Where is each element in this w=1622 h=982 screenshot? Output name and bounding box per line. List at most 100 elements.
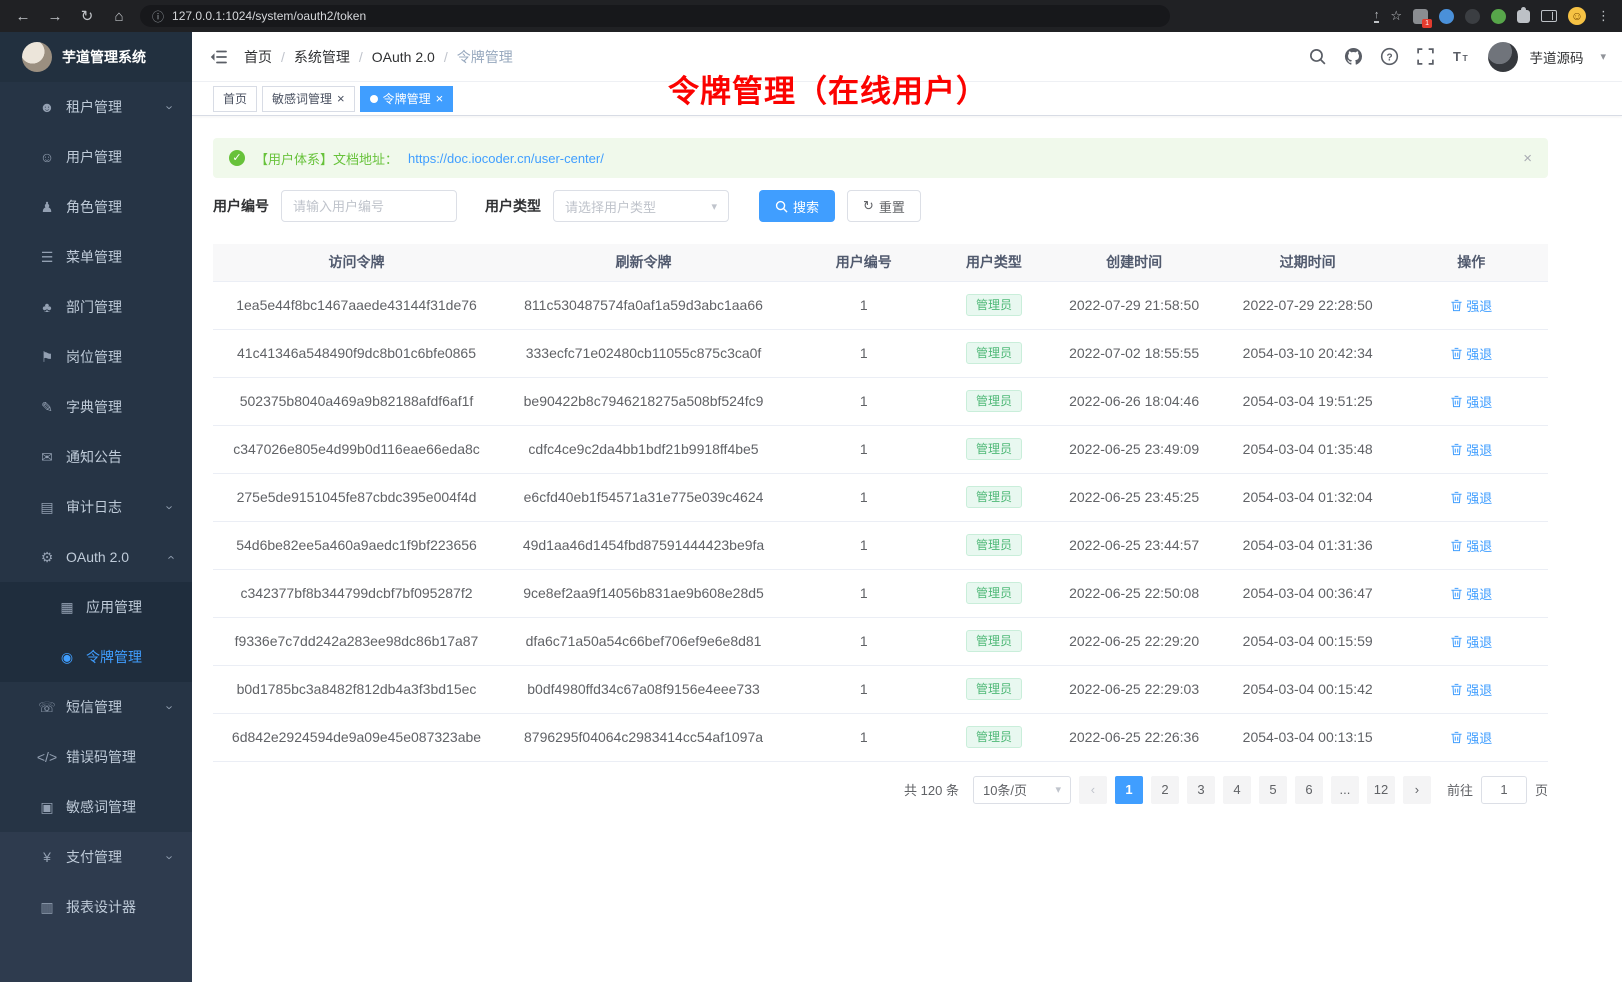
sidebar-item[interactable]: ✎ 字典管理 [0, 382, 192, 432]
table-row: 502375b8040a469a9b82188afdf6af1f be90422… [213, 377, 1548, 425]
chevron-icon [164, 700, 176, 715]
column-header: 过期时间 [1221, 244, 1395, 281]
close-tab-icon[interactable]: × [436, 92, 444, 105]
user-type-badge: 管理员 [966, 678, 1022, 700]
sidebar-item[interactable]: ¥ 支付管理 [0, 832, 192, 882]
user-type-badge: 管理员 [966, 534, 1022, 556]
tab[interactable]: 令牌管理 × [360, 86, 454, 112]
chevron-icon [164, 500, 176, 515]
browser-menu-icon[interactable]: ⋮ [1597, 8, 1610, 24]
extension-dark-icon[interactable] [1465, 9, 1480, 24]
force-logout-button[interactable]: 强退 [1450, 536, 1492, 555]
page-button[interactable]: 4 [1223, 776, 1251, 804]
force-logout-button[interactable]: 强退 [1450, 296, 1492, 315]
force-logout-button[interactable]: 强退 [1450, 392, 1492, 411]
expire-time-cell: 2054-03-04 01:35:48 [1221, 425, 1395, 473]
sidebar-item[interactable]: ♣ 部门管理 [0, 282, 192, 332]
font-size-icon[interactable]: T T [1452, 47, 1471, 66]
force-logout-button[interactable]: 强退 [1450, 584, 1492, 603]
next-page-button[interactable]: › [1403, 776, 1431, 804]
fold-sidebar-icon[interactable] [208, 47, 228, 67]
access-token-cell: 275e5de9151045fe87cbdc395e004f4d [213, 473, 500, 521]
sidebar-item[interactable]: ☺ 用户管理 [0, 132, 192, 182]
sidebar-item[interactable]: ⚑ 岗位管理 [0, 332, 192, 382]
sidebar-item[interactable]: ☰ 菜单管理 [0, 232, 192, 282]
goto-page-input[interactable] [1481, 776, 1527, 804]
forward-icon[interactable]: → [44, 8, 66, 25]
address-bar[interactable]: ⓘ 127.0.0.1:1024/system/oauth2/token [140, 5, 1170, 27]
tab[interactable]: 敏感词管理 × [262, 86, 355, 112]
doc-link[interactable]: https://doc.iocoder.cn/user-center/ [408, 151, 604, 166]
search-icon[interactable] [1308, 47, 1327, 66]
bookmark-star-icon[interactable]: ☆ [1390, 8, 1402, 24]
app-logo[interactable]: 芋道管理系统 [0, 32, 192, 82]
force-logout-button[interactable]: 强退 [1450, 440, 1492, 459]
page-button[interactable]: ... [1331, 776, 1359, 804]
close-tab-icon[interactable]: × [337, 92, 345, 105]
action-cell: 强退 [1394, 665, 1548, 713]
user-avatar[interactable] [1488, 42, 1518, 72]
alert-close-icon[interactable]: × [1523, 150, 1532, 167]
extension-green-icon[interactable] [1491, 9, 1506, 24]
sidebar-item[interactable]: ▤ 审计日志 [0, 482, 192, 532]
back-icon[interactable]: ← [12, 8, 34, 25]
browser-profile-avatar[interactable]: ☺ [1568, 7, 1586, 25]
page-button[interactable]: 1 [1115, 776, 1143, 804]
logo-image [22, 42, 52, 72]
page-button[interactable]: 12 [1367, 776, 1395, 804]
sidebar-item[interactable]: ▦ 应用管理 [0, 582, 192, 632]
force-logout-button[interactable]: 强退 [1450, 632, 1492, 651]
token-icon: ◉ [56, 649, 78, 666]
expire-time-cell: 2054-03-04 00:36:47 [1221, 569, 1395, 617]
force-logout-button[interactable]: 强退 [1450, 728, 1492, 747]
column-header: 操作 [1394, 244, 1548, 281]
sidebar-filler [0, 932, 192, 982]
sidebar-item[interactable]: </> 错误码管理 [0, 732, 192, 782]
sidebar-item[interactable]: ♟ 角色管理 [0, 182, 192, 232]
user-name[interactable]: 芋道源码 [1529, 47, 1583, 67]
password-extension-icon[interactable]: 1 [1413, 9, 1428, 24]
fullscreen-icon[interactable] [1416, 47, 1435, 66]
user-type-select[interactable]: 请选择用户类型 ▾ [553, 190, 729, 222]
force-logout-button[interactable]: 强退 [1450, 680, 1492, 699]
page-button[interactable]: 2 [1151, 776, 1179, 804]
force-logout-button[interactable]: 强退 [1450, 344, 1492, 363]
page-size-select[interactable]: 10条/页 ▾ [973, 776, 1071, 804]
github-icon[interactable] [1344, 47, 1363, 66]
reset-button[interactable]: ↻ 重置 [847, 190, 921, 222]
sidebar-item[interactable]: ☏ 短信管理 [0, 682, 192, 732]
page-button[interactable]: 3 [1187, 776, 1215, 804]
table-row: c347026e805e4d99b0d116eae66eda8c cdfc4ce… [213, 425, 1548, 473]
sidebar-item[interactable]: ◉ 令牌管理 [0, 632, 192, 682]
column-header: 用户类型 [941, 244, 1048, 281]
prev-page-button[interactable]: ‹ [1079, 776, 1107, 804]
sidebar-item[interactable]: ⚙ OAuth 2.0 [0, 532, 192, 582]
site-info-icon[interactable]: ⓘ [152, 8, 164, 25]
sidebar-item[interactable]: ▥ 报表设计器 [0, 882, 192, 932]
reload-icon[interactable]: ↻ [76, 7, 98, 25]
active-dot-icon [370, 95, 378, 103]
extension-blue-icon[interactable] [1439, 9, 1454, 24]
breadcrumb-item[interactable]: 令牌管理 [457, 47, 513, 67]
breadcrumb-item[interactable]: 首页 [244, 47, 294, 67]
sidebar-item[interactable]: ▣ 敏感词管理 [0, 782, 192, 832]
force-logout-button[interactable]: 强退 [1450, 488, 1492, 507]
share-icon[interactable]: ↑ [1374, 10, 1380, 23]
tab[interactable]: 首页 [213, 86, 257, 112]
user-id-input[interactable] [293, 199, 445, 214]
breadcrumb-item[interactable]: 系统管理 [294, 47, 372, 67]
sidebar-item[interactable]: ✉ 通知公告 [0, 432, 192, 482]
extensions-puzzle-icon[interactable] [1517, 10, 1530, 23]
column-header: 访问令牌 [213, 244, 500, 281]
home-icon[interactable]: ⌂ [108, 8, 130, 25]
breadcrumb-item[interactable]: OAuth 2.0 [372, 49, 457, 65]
caret-down-icon[interactable]: ▾ [1600, 50, 1606, 63]
sidebar-item[interactable]: ☻ 租户管理 [0, 82, 192, 132]
search-button[interactable]: 搜索 [759, 190, 835, 222]
page-button[interactable]: 5 [1259, 776, 1287, 804]
tab-split-icon[interactable] [1541, 10, 1557, 22]
refresh-icon: ↻ [863, 198, 874, 214]
refresh-token-cell: dfa6c71a50a54c66bef706ef9e6e8d81 [500, 617, 787, 665]
page-button[interactable]: 6 [1295, 776, 1323, 804]
help-icon[interactable]: ? [1380, 47, 1399, 66]
